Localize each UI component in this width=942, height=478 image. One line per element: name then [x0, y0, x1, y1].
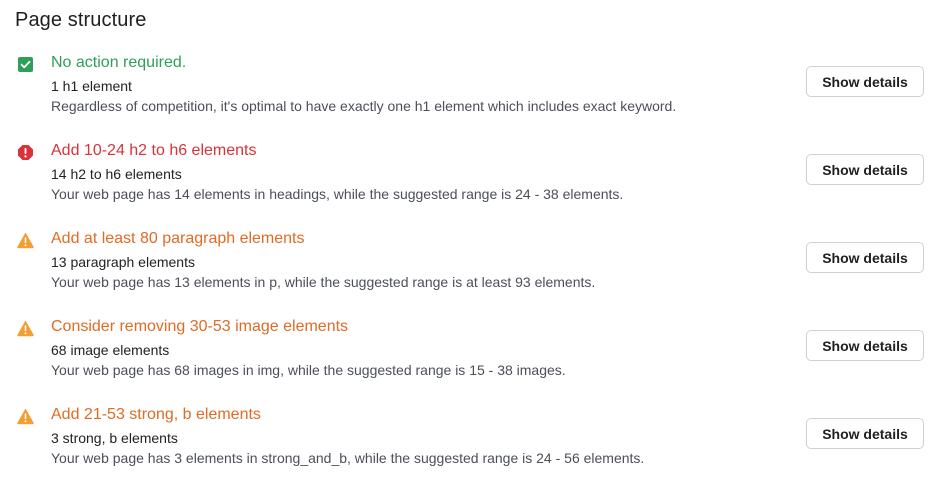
recommendation-description: Your web page has 14 elements in heading… — [51, 186, 624, 202]
recommendation-item-headings: Add 10-24 h2 to h6 elements 14 h2 to h6 … — [0, 142, 942, 212]
recommendation-item-paragraphs: Add at least 80 paragraph elements 13 pa… — [0, 230, 942, 300]
error-octagon-icon — [17, 144, 34, 161]
check-square-icon — [17, 56, 34, 73]
recommendation-item-strong: Add 21-53 strong, b elements 3 strong, b… — [0, 406, 942, 476]
recommendation-count: 13 paragraph elements — [51, 254, 195, 270]
page-title: Page structure — [15, 9, 147, 31]
show-details-button[interactable]: Show details — [806, 66, 924, 97]
recommendation-title: Add 10-24 h2 to h6 elements — [51, 142, 257, 159]
recommendation-title: Consider removing 30-53 image elements — [51, 318, 349, 335]
show-details-button[interactable]: Show details — [806, 154, 924, 185]
recommendation-description: Your web page has 13 elements in p, whil… — [51, 274, 596, 290]
warning-triangle-icon — [17, 232, 34, 249]
recommendation-description: Your web page has 68 images in img, whil… — [51, 362, 566, 378]
warning-triangle-icon — [17, 320, 34, 337]
recommendation-count: 1 h1 element — [51, 78, 132, 94]
show-details-button[interactable]: Show details — [806, 418, 924, 449]
show-details-button[interactable]: Show details — [806, 242, 924, 273]
recommendation-title: No action required. — [51, 54, 187, 71]
recommendation-item-h1: No action required. 1 h1 element Regardl… — [0, 54, 942, 124]
warning-triangle-icon — [17, 408, 34, 425]
recommendation-item-images: Consider removing 30-53 image elements 6… — [0, 318, 942, 388]
recommendation-description: Regardless of competition, it's optimal … — [51, 98, 677, 114]
recommendation-count: 3 strong, b elements — [51, 430, 178, 446]
recommendation-count: 68 image elements — [51, 342, 170, 358]
show-details-button[interactable]: Show details — [806, 330, 924, 361]
recommendation-description: Your web page has 3 elements in strong_a… — [51, 450, 645, 466]
recommendation-title: Add at least 80 paragraph elements — [51, 230, 305, 247]
recommendation-count: 14 h2 to h6 elements — [51, 166, 182, 182]
recommendation-title: Add 21-53 strong, b elements — [51, 406, 261, 423]
